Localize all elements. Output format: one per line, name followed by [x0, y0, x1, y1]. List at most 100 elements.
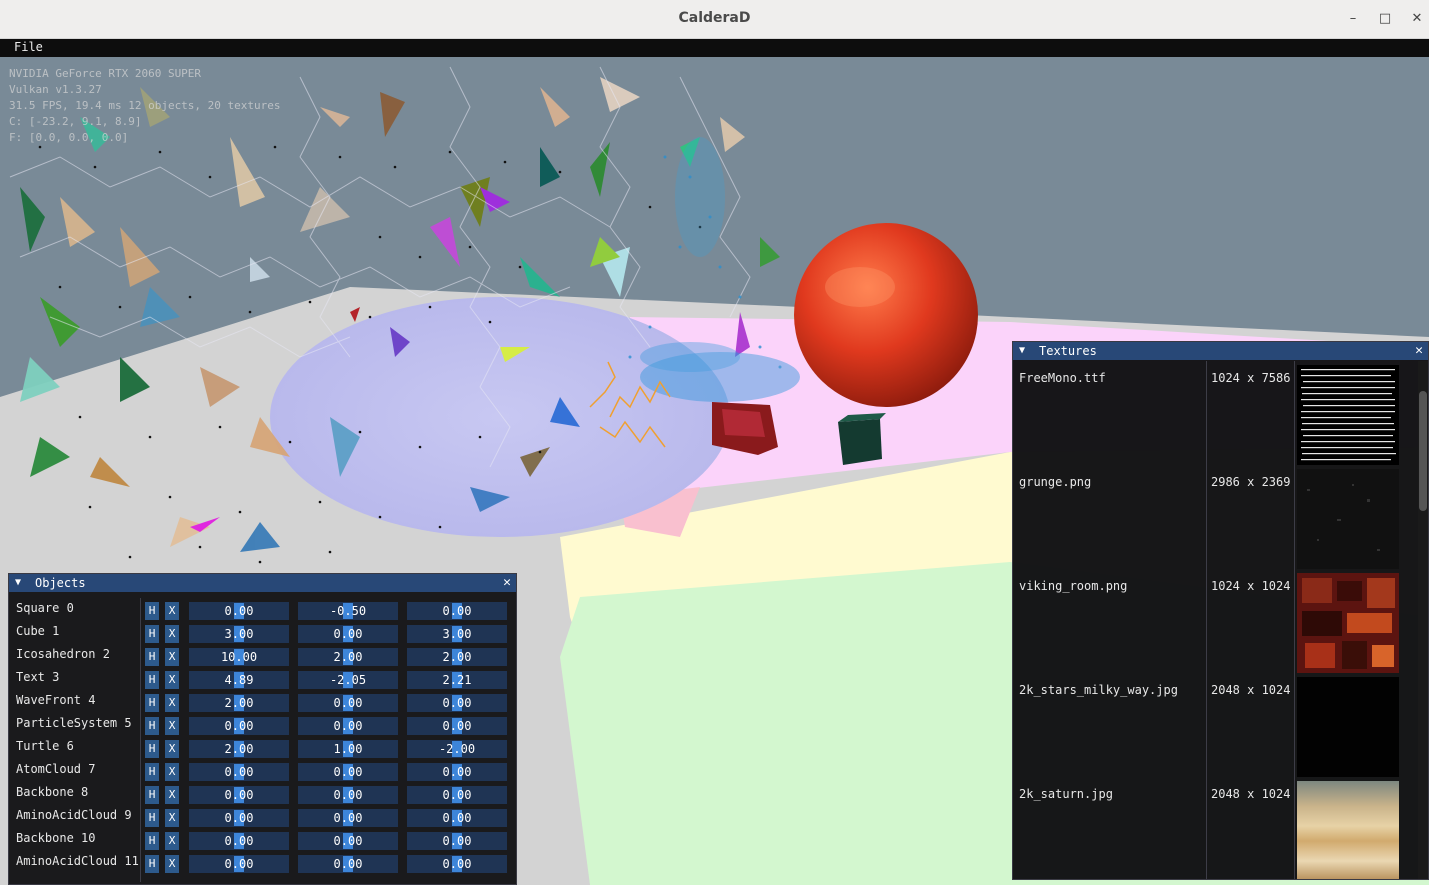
position-z-slider[interactable]: 0.00 [407, 717, 507, 735]
collapse-triangle-icon[interactable]: ▼ [1019, 342, 1025, 360]
slider-value: 0.00 [333, 765, 363, 779]
menu-file[interactable]: File [14, 40, 43, 54]
slider-value: 0.00 [442, 719, 472, 733]
hide-button[interactable]: H [145, 855, 159, 873]
slider-value: 0.00 [333, 788, 363, 802]
hide-button[interactable]: H [145, 740, 159, 758]
position-y-slider[interactable]: 0.00 [298, 832, 398, 850]
hide-button[interactable]: H [145, 809, 159, 827]
position-x-slider[interactable]: 0.00 [189, 763, 289, 781]
texture-thumbnail-stars [1297, 677, 1399, 777]
position-z-slider[interactable]: 0.00 [407, 832, 507, 850]
object-name: Backbone 8 [16, 785, 89, 799]
position-z-slider[interactable]: 0.00 [407, 602, 507, 620]
position-x-slider[interactable]: 0.00 [189, 855, 289, 873]
object-row: Cube 1 H X 3.00 0.00 3.00 [9, 621, 518, 644]
scrollbar-thumb[interactable] [1419, 391, 1427, 511]
position-y-slider[interactable]: 0.00 [298, 763, 398, 781]
window-titlebar: CalderaD – □ ✕ [0, 0, 1429, 39]
position-x-slider[interactable]: 0.00 [189, 717, 289, 735]
position-z-slider[interactable]: 0.00 [407, 694, 507, 712]
hide-button[interactable]: H [145, 763, 159, 781]
hide-button[interactable]: H [145, 648, 159, 666]
position-z-slider[interactable]: 3.00 [407, 625, 507, 643]
texture-thumbnail-font-atlas [1297, 365, 1399, 465]
position-y-slider[interactable]: 1.00 [298, 740, 398, 758]
position-y-slider[interactable]: 2.00 [298, 648, 398, 666]
object-row: AminoAcidCloud 9 H X 0.00 0.00 0.00 [9, 805, 518, 828]
position-z-slider[interactable]: 2.21 [407, 671, 507, 689]
delete-button[interactable]: X [165, 832, 179, 850]
slider-value: 0.00 [333, 696, 363, 710]
slider-value: 0.00 [442, 604, 472, 618]
texture-name: 2k_saturn.jpg [1019, 787, 1113, 801]
hide-button[interactable]: H [145, 671, 159, 689]
position-x-slider[interactable]: 2.00 [189, 740, 289, 758]
position-x-slider[interactable]: 0.00 [189, 602, 289, 620]
hide-button[interactable]: H [145, 602, 159, 620]
maximize-button[interactable]: □ [1374, 8, 1396, 30]
delete-button[interactable]: X [165, 717, 179, 735]
position-y-slider[interactable]: 0.00 [298, 717, 398, 735]
hide-button[interactable]: H [145, 625, 159, 643]
delete-button[interactable]: X [165, 625, 179, 643]
hide-button[interactable]: H [145, 832, 159, 850]
objects-panel-title: Objects [35, 576, 86, 590]
object-name: Backbone 10 [16, 831, 96, 845]
delete-button[interactable]: X [165, 671, 179, 689]
minimize-button[interactable]: – [1342, 8, 1364, 30]
position-x-slider[interactable]: 0.00 [189, 832, 289, 850]
position-y-slider[interactable]: 0.00 [298, 855, 398, 873]
position-y-slider[interactable]: 0.00 [298, 694, 398, 712]
position-x-slider[interactable]: 3.00 [189, 625, 289, 643]
textures-scrollbar[interactable] [1418, 361, 1428, 879]
close-window-button[interactable]: ✕ [1406, 8, 1428, 30]
slider-value: 0.00 [442, 834, 472, 848]
objects-panel: ▼ Objects ✕ Square 0 H X 0.00 -0.50 0.00 Cube … [8, 573, 517, 885]
objects-panel-header[interactable]: ▼ Objects ✕ [9, 574, 516, 592]
delete-button[interactable]: X [165, 648, 179, 666]
delete-button[interactable]: X [165, 763, 179, 781]
object-name: ParticleSystem 5 [16, 716, 132, 730]
slider-value: 0.00 [442, 811, 472, 825]
hide-button[interactable]: H [145, 786, 159, 804]
position-y-slider[interactable]: 0.00 [298, 809, 398, 827]
collapse-triangle-icon[interactable]: ▼ [15, 574, 21, 592]
texture-name: grunge.png [1019, 475, 1092, 489]
delete-button[interactable]: X [165, 602, 179, 620]
cube-model [838, 419, 882, 465]
texture-size: 2048 x 1024 [1211, 787, 1291, 801]
delete-button[interactable]: X [165, 694, 179, 712]
delete-button[interactable]: X [165, 740, 179, 758]
position-x-slider[interactable]: 4.89 [189, 671, 289, 689]
delete-button[interactable]: X [165, 786, 179, 804]
menu-bar: File [0, 39, 1429, 57]
position-y-slider[interactable]: 0.00 [298, 625, 398, 643]
object-name: Icosahedron 2 [16, 647, 110, 661]
position-z-slider[interactable]: 0.00 [407, 763, 507, 781]
slider-value: 2.00 [333, 650, 363, 664]
textures-panel-header[interactable]: ▼ Textures ✕ [1013, 342, 1428, 360]
position-x-slider[interactable]: 10.00 [189, 648, 289, 666]
position-z-slider[interactable]: -2.00 [407, 740, 507, 758]
texture-thumbnail-saturn [1297, 781, 1399, 879]
position-z-slider[interactable]: 0.00 [407, 809, 507, 827]
close-icon[interactable]: ✕ [503, 574, 511, 592]
position-x-slider[interactable]: 0.00 [189, 786, 289, 804]
delete-button[interactable]: X [165, 809, 179, 827]
position-x-slider[interactable]: 2.00 [189, 694, 289, 712]
hide-button[interactable]: H [145, 694, 159, 712]
close-icon[interactable]: ✕ [1415, 342, 1423, 360]
position-z-slider[interactable]: 0.00 [407, 786, 507, 804]
position-z-slider[interactable]: 2.00 [407, 648, 507, 666]
position-y-slider[interactable]: -0.50 [298, 602, 398, 620]
position-y-slider[interactable]: -2.05 [298, 671, 398, 689]
texture-size: 2048 x 1024 [1211, 683, 1291, 697]
texture-size: 1024 x 7586 [1211, 371, 1291, 385]
position-z-slider[interactable]: 0.00 [407, 855, 507, 873]
position-y-slider[interactable]: 0.00 [298, 786, 398, 804]
delete-button[interactable]: X [165, 855, 179, 873]
hide-button[interactable]: H [145, 717, 159, 735]
position-x-slider[interactable]: 0.00 [189, 809, 289, 827]
texture-row: 2k_stars_milky_way.jpg 2048 x 1024 [1013, 673, 1418, 777]
